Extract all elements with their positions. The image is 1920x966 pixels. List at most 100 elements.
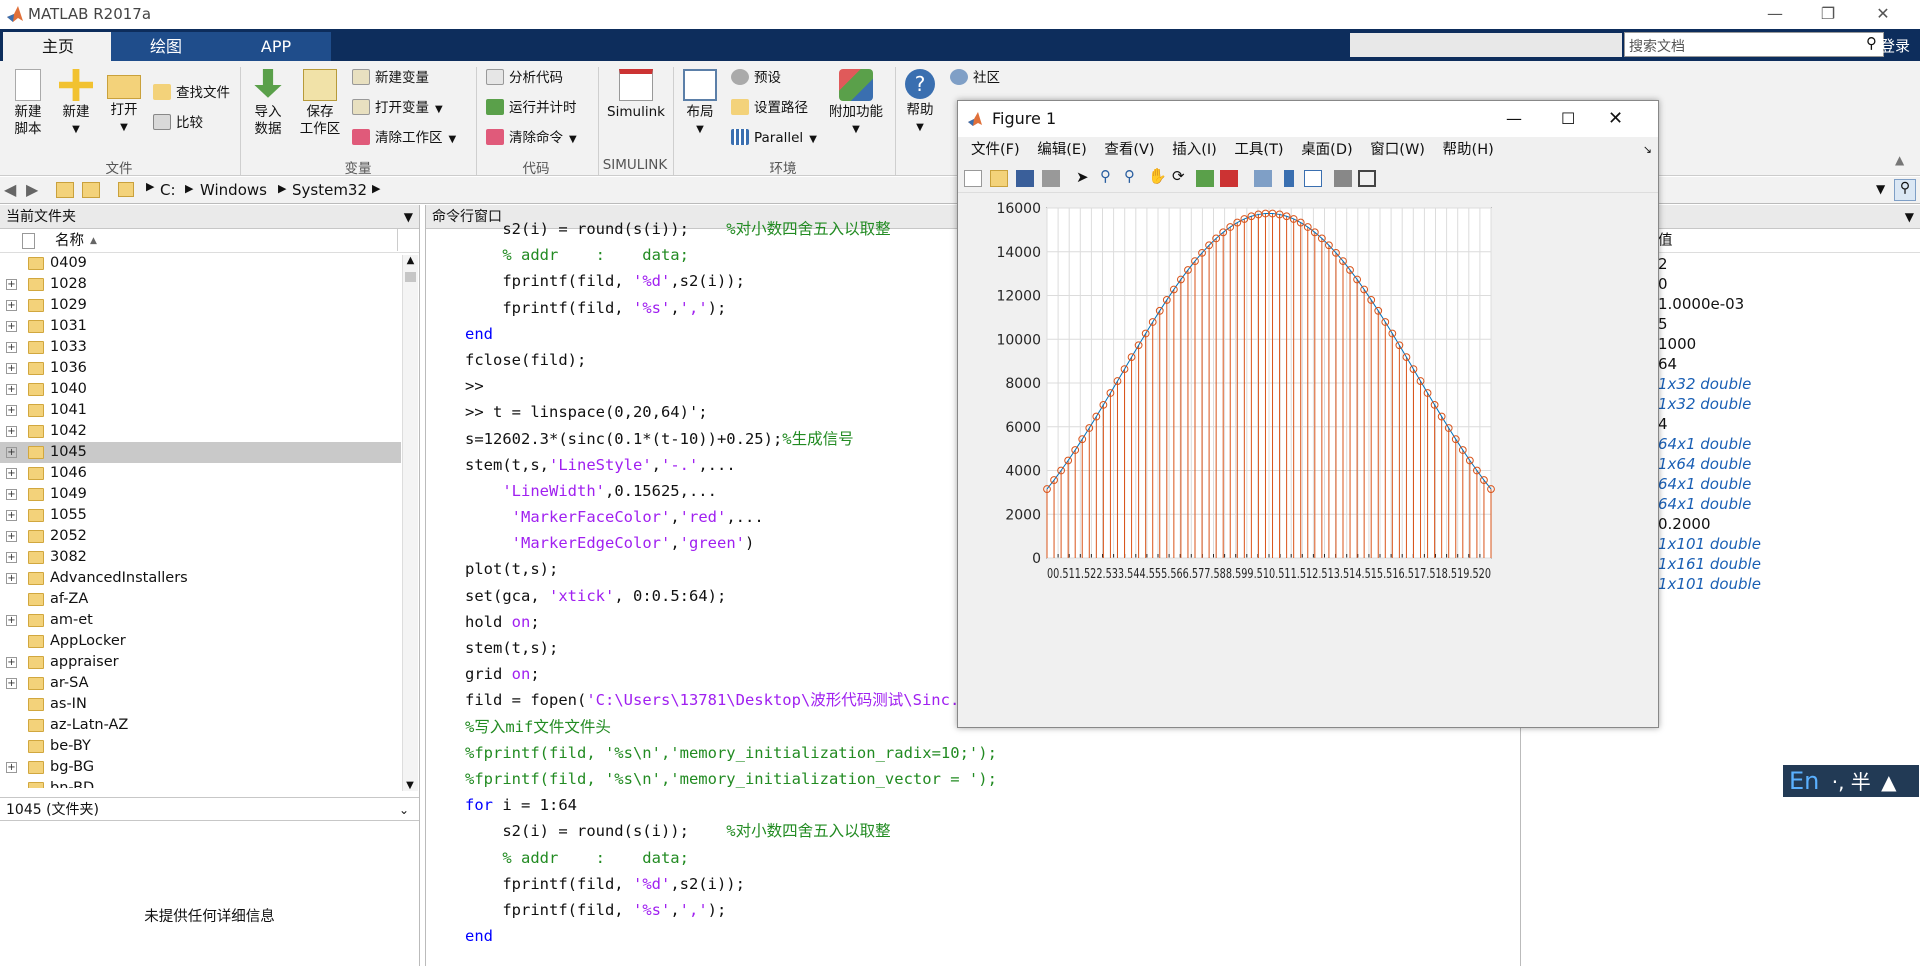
scroll-thumb[interactable] [405, 272, 416, 282]
folder-row[interactable]: az-Latn-AZ [0, 715, 401, 736]
expand-icon[interactable]: + [6, 531, 17, 542]
clear-workspace-button[interactable]: 清除工作区 ▼ [352, 126, 456, 150]
expand-icon[interactable]: + [6, 510, 17, 521]
workspace-value[interactable]: 1x161 double [1658, 554, 1920, 574]
folder-row[interactable]: be-BY [0, 736, 401, 757]
hide-tools-icon[interactable] [1334, 170, 1352, 187]
expand-icon[interactable]: + [6, 405, 17, 416]
expand-icon[interactable]: + [6, 342, 17, 353]
maximize-icon[interactable]: ☐ [1561, 101, 1575, 137]
folder-row[interactable]: AppLocker [0, 631, 401, 652]
details-header[interactable]: 1045 (文件夹) ⌄ [0, 797, 419, 821]
help-button[interactable]: ? 帮助 ▼ [900, 69, 940, 136]
folder-row[interactable]: + am-et [0, 610, 401, 631]
folder-row[interactable]: af-ZA [0, 589, 401, 610]
menu-help[interactable]: 帮助(H) [1443, 142, 1494, 158]
workspace-value[interactable]: 64x1 double [1658, 474, 1920, 494]
scroll-down-icon[interactable]: ▼ [403, 780, 417, 791]
search-icon[interactable]: ⚲ [1866, 34, 1877, 52]
expand-icon[interactable]: + [6, 678, 17, 689]
legend-icon[interactable] [1304, 170, 1322, 187]
expand-icon[interactable]: + [6, 552, 17, 563]
search-field[interactable]: 搜索文档 ⚲ [1624, 32, 1884, 57]
dock-icon[interactable]: ↘ [1643, 137, 1652, 163]
expand-icon[interactable]: + [6, 468, 17, 479]
search-folder-icon[interactable]: ⚲ [1894, 179, 1916, 201]
menu-edit[interactable]: 编辑(E) [1037, 142, 1086, 158]
ime-indicator[interactable]: En ·, 半 ▲ [1783, 765, 1919, 797]
folder-row[interactable]: +1041 [0, 400, 401, 421]
parallel-button[interactable]: Parallel ▼ [731, 126, 817, 150]
pointer-icon[interactable]: ➤ [1076, 168, 1094, 186]
menu-tools[interactable]: 工具(T) [1234, 142, 1283, 158]
expand-icon[interactable]: + [6, 657, 17, 668]
folder-row[interactable]: +3082 [0, 547, 401, 568]
import-data-button[interactable]: 导入 数据 [246, 69, 290, 138]
expand-icon[interactable]: + [6, 300, 17, 311]
analyze-code-button[interactable]: 分析代码 [486, 66, 563, 90]
path-segment-system32[interactable]: System32 [292, 181, 367, 199]
tab-plots[interactable]: 绘图 [111, 32, 221, 61]
layout-button[interactable]: 布局 ▼ [678, 69, 722, 138]
folder-scrollbar[interactable]: ▲ ▼ [402, 255, 418, 791]
workspace-value[interactable]: 64 [1658, 354, 1920, 374]
folder-row[interactable]: bn-BD [0, 778, 401, 788]
workspace-value[interactable]: 4 [1658, 414, 1920, 434]
zoom-out-icon[interactable]: ⚲ [1124, 167, 1142, 185]
save-icon[interactable] [1016, 170, 1034, 187]
open-button[interactable]: 打开 ▼ [102, 69, 146, 136]
open-file-icon[interactable] [990, 170, 1008, 187]
pan-icon[interactable]: ✋ [1148, 167, 1167, 185]
expand-icon[interactable]: + [6, 762, 17, 773]
run-and-time-button[interactable]: 运行并计时 [486, 96, 577, 120]
expand-icon[interactable]: + [6, 573, 17, 584]
folder-row[interactable]: +1031 [0, 316, 401, 337]
folder-column-header[interactable]: 名称 ▲ [0, 229, 419, 253]
brush-icon[interactable] [1220, 170, 1238, 187]
workspace-value[interactable]: 2 [1658, 254, 1920, 274]
expand-icon[interactable]: + [6, 321, 17, 332]
data-cursor-icon[interactable] [1196, 170, 1214, 187]
workspace-value[interactable]: 1.0000e-03 [1658, 294, 1920, 314]
close-icon[interactable]: ✕ [1608, 101, 1623, 137]
new-script-button[interactable]: 新建 脚本 [6, 69, 50, 138]
workspace-value[interactable]: 64x1 double [1658, 434, 1920, 454]
folder-row[interactable]: +1029 [0, 295, 401, 316]
address-dropdown-icon[interactable]: ▼ [1876, 182, 1885, 196]
folder-row[interactable]: +1055 [0, 505, 401, 526]
expand-icon[interactable]: + [6, 426, 17, 437]
menu-desktop[interactable]: 桌面(D) [1301, 142, 1352, 158]
minimize-icon[interactable]: — [1506, 101, 1522, 137]
back-icon[interactable]: ◀ [4, 180, 16, 199]
menu-view[interactable]: 查看(V) [1104, 142, 1154, 158]
workspace-value[interactable]: 1x32 double [1658, 394, 1920, 414]
workspace-value[interactable]: 1x101 double [1658, 534, 1920, 554]
folder-row[interactable]: +1028 [0, 274, 401, 295]
preferences-button[interactable]: 预设 [731, 66, 781, 90]
figure-window[interactable]: Figure 1 — ☐ ✕ 文件(F) 编辑(E) 查看(V) 插入(I) 工… [957, 100, 1659, 728]
expand-icon[interactable]: + [6, 489, 17, 500]
folder-row[interactable]: +2052 [0, 526, 401, 547]
menu-file[interactable]: 文件(F) [971, 142, 1020, 158]
clear-commands-button[interactable]: 清除命令 ▼ [486, 126, 577, 150]
workspace-value[interactable]: 5 [1658, 314, 1920, 334]
open-variable-button[interactable]: 打开变量 ▼ [352, 96, 443, 120]
menu-insert[interactable]: 插入(I) [1172, 142, 1217, 158]
collapse-ribbon-icon[interactable]: ▲ [1895, 153, 1904, 167]
new-variable-button[interactable]: 新建变量 [352, 66, 429, 90]
restore-icon[interactable]: ❐ [1805, 2, 1851, 26]
zoom-in-icon[interactable]: ⚲ [1100, 167, 1118, 185]
colorbar-icon[interactable] [1284, 170, 1294, 187]
folder-row[interactable]: + appraiser [0, 652, 401, 673]
simulink-button[interactable]: Simulink [604, 69, 668, 121]
workspace-value[interactable]: 1000 [1658, 334, 1920, 354]
workspace-value[interactable]: 0.2000 [1658, 514, 1920, 534]
workspace-value[interactable]: 1x64 double [1658, 454, 1920, 474]
link-plot-icon[interactable] [1254, 170, 1272, 187]
folder-row[interactable]: +1042 [0, 421, 401, 442]
folder-row[interactable]: + bg-BG [0, 757, 401, 778]
workspace-value[interactable]: 1x32 double [1658, 374, 1920, 394]
expand-icon[interactable]: + [6, 615, 17, 626]
minimize-icon[interactable]: — [1752, 2, 1798, 26]
folder-row[interactable]: + ar-SA [0, 673, 401, 694]
